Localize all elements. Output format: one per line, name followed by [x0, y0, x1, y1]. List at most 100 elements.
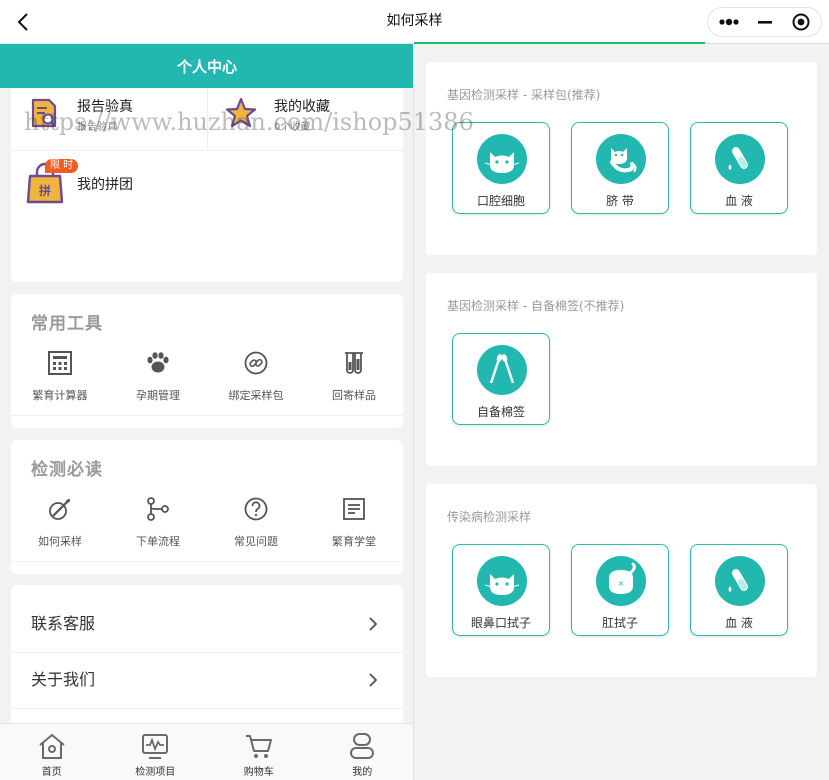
tool-label: 孕期管理	[136, 389, 180, 402]
chevron-right-icon	[369, 673, 378, 687]
tab-home[interactable]: 首页	[0, 724, 104, 780]
section-title: 传染病检测采样	[447, 510, 532, 524]
how-to-sample-button[interactable]: 如何采样	[11, 494, 109, 554]
read-label: 下单流程	[136, 535, 180, 548]
sample-label: 口腔细胞	[476, 194, 525, 208]
my-group-buy-title: 我的拼团	[77, 177, 133, 193]
star-icon	[225, 97, 257, 128]
section-title: 基因检测采样 - 采样包(推荐)	[447, 88, 601, 102]
link-icon	[244, 351, 268, 375]
quick-row: 报告验真 报告验真 我的收藏 0个收藏	[11, 88, 403, 151]
tool-label: 绑定采样包	[228, 389, 284, 402]
bag-label: 拼	[39, 183, 51, 198]
close-program-button[interactable]	[782, 8, 820, 36]
more-menu-button[interactable]	[710, 8, 748, 36]
common-tools-title: 常用工具	[31, 314, 103, 334]
tool-label: 回寄样品	[332, 389, 376, 402]
tab-cart[interactable]: 购物车	[207, 724, 311, 780]
must-read-card: 检测必读 如何采样 下单流程 常见问题 繁育学堂	[11, 440, 403, 574]
sample-label: 自备棉签	[476, 405, 525, 419]
minimize-button[interactable]	[746, 8, 784, 36]
read-label: 常见问题	[234, 535, 278, 548]
swab-icon	[49, 498, 71, 520]
about-us-row[interactable]: 关于我们	[11, 652, 403, 709]
favorites-subtitle: 0个收藏	[274, 122, 311, 133]
report-verify-item[interactable]: 报告验真 报告验真	[11, 88, 207, 150]
paw-icon	[147, 352, 169, 373]
cotton-swab-icon	[477, 345, 527, 395]
user-icon	[350, 733, 375, 759]
eye-nose-mouth-swab-button[interactable]: 眼鼻口拭子	[452, 544, 550, 636]
menu-label: 关于我们	[31, 670, 96, 689]
monitor-icon	[142, 734, 169, 759]
personal-quick-card: 报告验真 报告验真 我的收藏 0个收藏 拼 限 时 我的拼团	[11, 88, 403, 282]
mini-program-capsule	[707, 7, 822, 37]
kitten-icon	[596, 134, 646, 184]
flow-icon	[147, 497, 169, 521]
menu-label: 联系客服	[31, 614, 96, 633]
tab-test-items[interactable]: 检测项目	[104, 724, 208, 780]
bind-sample-kit-button[interactable]: 绑定采样包	[207, 348, 305, 408]
cat-face-icon	[477, 134, 527, 184]
tab-label: 首页	[41, 767, 62, 778]
personal-center-panel: 个人中心 报告验真 报告验真 我的收藏 0个收藏 拼 限 时 我的拼团 常用工具…	[0, 44, 414, 780]
gene-kit-section: 基因检测采样 - 采样包(推荐) 口腔细胞 脐 带 血 液	[426, 62, 817, 255]
read-label: 繁育学堂	[332, 535, 376, 548]
section-title: 基因检测采样 - 自备棉签(不推荐)	[447, 299, 625, 313]
oral-cells-button[interactable]: 口腔细胞	[452, 122, 550, 214]
cat-back-icon: ×	[596, 556, 646, 606]
own-swab-button[interactable]: 自备棉签	[452, 333, 550, 425]
svg-text:×: ×	[618, 579, 625, 588]
read-label: 如何采样	[38, 535, 82, 548]
breeding-school-button[interactable]: 繁育学堂	[305, 494, 403, 554]
sample-label: 脐 带	[606, 194, 634, 208]
order-process-button[interactable]: 下单流程	[109, 494, 207, 554]
return-sample-button[interactable]: 回寄样品	[305, 348, 403, 408]
sample-label: 血 液	[725, 616, 753, 630]
umbilical-cord-button[interactable]: 脐 带	[571, 122, 669, 214]
tab-label: 检测项目	[135, 767, 176, 778]
must-read-grid: 如何采样 下单流程 常见问题 繁育学堂	[11, 494, 403, 554]
report-verify-title: 报告验真	[77, 99, 133, 115]
bottom-tab-bar: 首页 检测项目 购物车 我的	[0, 723, 414, 780]
favorites-title: 我的收藏	[274, 99, 330, 115]
test-tube-icon	[345, 352, 363, 374]
card-separator	[11, 415, 403, 416]
report-verify-icon	[31, 98, 57, 128]
common-tools-card: 常用工具 繁育计算器 孕期管理 绑定采样包 回寄样品	[11, 294, 403, 428]
tab-label: 购物车	[243, 767, 274, 778]
must-read-title: 检测必读	[31, 460, 103, 480]
sample-label: 肛拭子	[601, 616, 638, 630]
breeding-calculator-button[interactable]: 繁育计算器	[11, 348, 109, 408]
calculator-icon	[48, 351, 72, 375]
my-group-buy-item[interactable]: 拼 限 时 我的拼团	[25, 156, 205, 212]
target-circle-icon	[792, 13, 810, 31]
infectious-disease-section: 传染病检测采样 眼鼻口拭子 × 肛拭子 血 液	[426, 484, 817, 677]
page-title: 如何采样	[386, 13, 443, 29]
faq-button[interactable]: 常见问题	[207, 494, 305, 554]
tab-mine[interactable]: 我的	[311, 724, 414, 780]
pregnancy-management-button[interactable]: 孕期管理	[109, 348, 207, 408]
document-icon	[343, 498, 365, 520]
top-navigation-bar: 如何采样	[0, 0, 829, 45]
card-separator	[11, 561, 403, 562]
blood-tube-icon	[715, 556, 765, 606]
gene-own-swab-section: 基因检测采样 - 自备棉签(不推荐) 自备棉签	[426, 273, 817, 466]
limited-time-badge: 限 时	[45, 159, 79, 173]
personal-center-header: 个人中心	[0, 44, 413, 88]
chevron-right-icon	[369, 617, 378, 631]
home-icon	[39, 733, 65, 759]
common-tools-grid: 繁育计算器 孕期管理 绑定采样包 回寄样品	[11, 348, 403, 408]
cat-face-icon	[477, 556, 527, 606]
question-icon	[244, 497, 268, 521]
contact-support-row[interactable]: 联系客服	[11, 596, 403, 653]
tab-label: 我的	[352, 767, 373, 778]
minus-icon	[758, 21, 772, 24]
blood-button[interactable]: 血 液	[690, 122, 788, 214]
sample-label: 血 液	[725, 194, 753, 208]
sample-label: 眼鼻口拭子	[470, 616, 531, 630]
more-dots-icon	[719, 18, 739, 26]
anal-swab-button[interactable]: × 肛拭子	[571, 544, 669, 636]
favorites-item[interactable]: 我的收藏 0个收藏	[208, 88, 403, 150]
blood-button[interactable]: 血 液	[690, 544, 788, 636]
